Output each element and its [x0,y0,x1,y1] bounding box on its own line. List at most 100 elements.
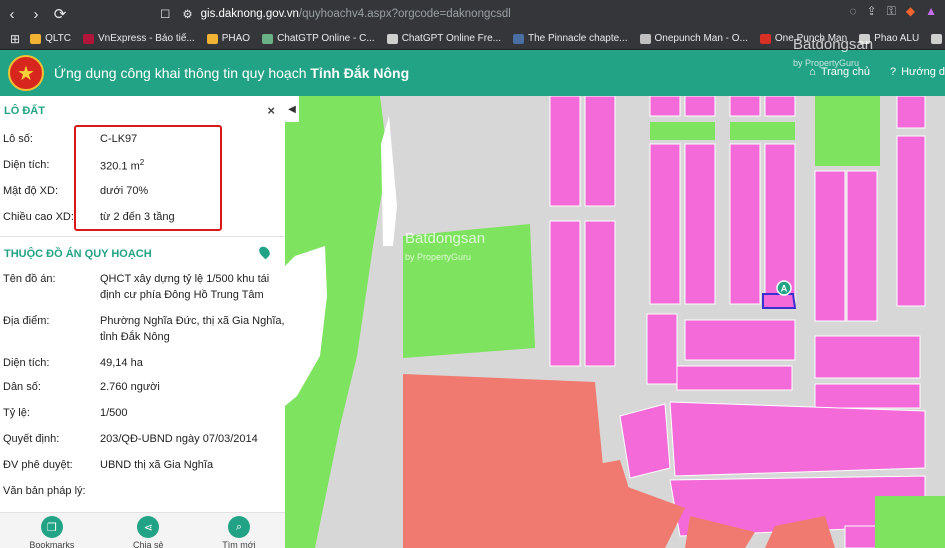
forward-icon[interactable]: › [24,2,48,26]
project-row-value: 49,14 ha [100,357,143,369]
triangle-left-icon: ◀ [288,103,296,115]
share-icon[interactable]: ⇪ [867,4,877,19]
project-row-value: 2.760 người [100,381,160,393]
key-icon[interactable]: ⚿ [887,4,896,19]
bookmark-item[interactable]: VnExpress - Báo tiế... [83,33,195,44]
green-block-top-right[interactable] [815,96,880,166]
project-row-key: Văn bản pháp lý: [3,485,86,497]
project-row-key: Tên đồ án: [3,273,56,285]
rewards-icon[interactable]: ▲ [925,4,937,19]
project-row-key: Diện tích: [3,357,50,369]
app-title: Ứng dụng công khai thông tin quy hoạch T… [54,65,409,81]
watermark-sub-2: by PropertyGuru [793,58,860,68]
panel-toolbar: ❐ Bookmarks ⋖ Chia sẻ ⌕ Tìm mới [0,512,285,548]
bookmarks-label: Bookmarks [29,540,75,548]
green-strip-1[interactable] [650,122,715,140]
planning-map[interactable]: A Batdongsan by PropertyGuru [285,96,945,548]
project-row-key: Quyết định: [3,433,60,445]
map-canvas[interactable]: A [285,96,945,548]
bookmark-label: ChatGTP Online - C... [277,33,375,44]
bookmark-favicon-icon [513,33,524,44]
project-row-value: 1/500 [100,407,128,419]
search-new-button[interactable]: ⌕ Tìm mới [222,516,256,548]
project-row-value: 203/QĐ-UBND ngày 07/03/2014 [100,433,258,445]
bookmark-item[interactable]: PHAO [206,33,251,44]
collapse-panel-button[interactable]: ◀ [285,96,299,122]
project-row: Tỷ lệ: 1/500 [0,405,285,431]
extension-icons: ◌ ⇪ ⚿ ◆ ▲ [850,4,937,19]
project-row: Dân số: 2.760 người [0,379,285,405]
green-strip-2[interactable] [730,122,795,140]
project-details: Tên đồ án: QHCT xây dựng tỷ lệ 1/500 khu … [0,271,285,507]
close-icon[interactable]: × [267,103,275,118]
back-icon[interactable]: ‹ [0,2,24,26]
project-row: Văn bản pháp lý: [0,483,285,507]
apps-grid-icon[interactable]: ⊞ [10,32,20,46]
project-row: Quyết định: 203/QĐ-UBND ngày 07/03/2014 [0,431,285,457]
project-row-value: Phường Nghĩa Đức, thị xã Gia Nghĩa, tỉnh… [100,315,285,343]
bookmark-item[interactable]: Onepunch Man - O... [639,33,748,44]
project-section-header: THUỘC ĐỒ ÁN QUY HOẠCH [0,237,285,271]
watermark-batdongsan-header: Batdongsan by PropertyGuru [793,36,873,70]
search-icon: ⌕ [227,516,250,538]
green-block-bottom-right[interactable] [875,496,945,548]
bookmark-label: The Pinnacle chapte... [528,33,628,44]
bookmark-favicon-icon [386,33,398,44]
project-row-key: ĐV phê duyệt: [3,459,73,471]
project-row-key: Dân số: [3,381,41,393]
reload-icon[interactable]: ⟳ [48,2,72,26]
location-pin-icon[interactable] [257,244,272,260]
project-row: ĐV phê duyệt: UBND thị xã Gia Nghĩa [0,457,285,483]
bookmarks-button[interactable]: ❐ Bookmarks [29,516,74,548]
project-row-key: Tỷ lệ: [3,407,30,419]
bookmark-item[interactable]: The Pinnacle chapte... [513,33,628,44]
watermark-main: Batdongsan [405,230,486,247]
bookmark-star-icon[interactable]: ☐ [160,7,170,21]
project-section-title: THUỘC ĐỒ ÁN QUY HOẠCH [4,248,152,260]
screen: ‹ › ⟳ ☐ ⚙ gis.daknong.gov.vn/quyhoachv4.… [0,0,945,548]
brave-shield-icon[interactable]: ◆ [906,4,915,19]
url-host: gis.daknong.gov.vn [200,8,299,20]
bookmark-item[interactable]: QLTC [30,33,71,44]
project-row-value [100,483,285,507]
help-icon: ? [889,66,897,78]
bookmark-icon: ❐ [40,516,63,538]
project-row: Địa điểm: Phường Nghĩa Đức, thị xã Gia Ng… [0,313,285,355]
share-network-icon: ⋖ [137,516,160,538]
project-row: Tên đồ án: QHCT xây dựng tỷ lệ 1/500 khu … [0,271,285,313]
url-path: /quyhoachv4.aspx?orgcode=daknongcsdl [298,8,511,20]
browser-address-bar: ‹ › ⟳ ☐ ⚙ gis.daknong.gov.vn/quyhoachv4.… [0,0,945,28]
share-label: Chia sẻ [133,540,164,548]
watermark-main-2: Batdongsan [793,36,874,53]
selected-lot-outline[interactable] [762,293,797,309]
app-title-prefix: Ứng dụng công khai thông tin quy hoạch [54,65,311,81]
watermark-batdongsan-map: Batdongsan by PropertyGuru [405,230,485,264]
url-field[interactable]: ☐ ⚙ gis.daknong.gov.vn/quyhoachv4.aspx?o… [160,3,880,25]
bookmark-favicon-icon [262,33,274,44]
site-info-icon[interactable]: ⚙ [182,7,192,21]
watermark-sub: by PropertyGuru [405,252,472,262]
bookmark-favicon-icon [206,33,218,44]
eye-icon[interactable]: ◌ [850,4,857,19]
bookmark-item[interactable]: ChatGTP Online - C... [262,33,375,44]
bookmark-favicon-icon [759,33,771,44]
project-row-value: UBND thị xã Gia Nghĩa [100,459,214,471]
nav-help-label: Hướng d [901,66,945,78]
lot-section-title: LÔ ĐẤT [4,105,45,117]
highlight-box [74,125,222,231]
bookmark-label: Onepunch Man - O... [654,33,748,44]
bookmark-label: QLTC [45,33,71,44]
search-label: Tìm mới [222,540,256,548]
bookmark-favicon-icon [639,33,651,44]
share-button[interactable]: ⋖ Chia sẻ [133,516,164,548]
bookmark-favicon-icon [30,33,42,44]
project-row-value: QHCT xây dựng tỷ lệ 1/500 khu tái định c… [100,273,270,301]
bookmark-favicon-icon [83,33,94,44]
bookmark-favicon-icon [931,33,943,44]
lot-marker-label: A [781,284,788,294]
bookmark-item[interactable]: ChatGPT [931,33,945,44]
nav-help[interactable]: ? Hướng d [890,66,945,78]
bookmark-label: Phao ALU [874,33,920,44]
bookmark-label: PHAO [221,33,251,44]
bookmark-item[interactable]: ChatGPT Online Fre... [386,33,501,44]
